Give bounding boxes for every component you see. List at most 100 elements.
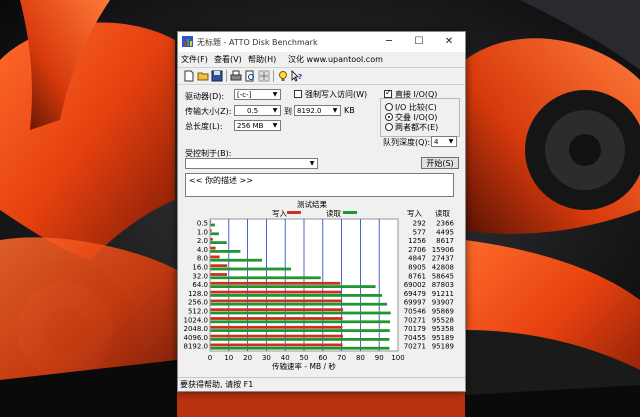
write-value: 69479 — [404, 290, 426, 298]
new-file-icon[interactable] — [183, 70, 195, 82]
read-bar — [210, 329, 390, 332]
write-bar — [210, 273, 227, 276]
category-label: 8.0 — [197, 255, 208, 263]
write-value: 1256 — [408, 237, 426, 245]
to-label: 到 — [284, 107, 292, 116]
total-length-select[interactable]: 256 MB ▼ — [234, 120, 281, 131]
queue-depth-label: 队列深度(Q): — [383, 138, 431, 147]
atto-window: 无标题 - ATTO Disk Benchmark ─ ☐ ✕ 文件(F) 查看… — [177, 31, 466, 392]
x-tick-label: 70 — [337, 354, 346, 362]
menu-localization-credit[interactable]: 汉化 www.upantool.com — [288, 54, 383, 65]
category-label: 2048.0 — [184, 325, 209, 333]
read-value: 2366 — [436, 220, 454, 228]
chevron-down-icon: ▼ — [272, 91, 278, 98]
write-value: 69002 — [404, 281, 426, 289]
read-value: 8617 — [436, 237, 454, 245]
close-button[interactable]: ✕ — [434, 32, 464, 52]
write-bar — [210, 317, 343, 320]
category-label: 256.0 — [188, 299, 208, 307]
total-length-value: 256 MB — [237, 122, 264, 130]
legend-read-swatch — [343, 211, 357, 214]
start-button[interactable]: 开始(S) — [421, 157, 459, 169]
x-tick-label: 0 — [208, 354, 212, 362]
description-textbox[interactable]: << 你的描述 >> — [185, 173, 454, 197]
print-preview-icon[interactable] — [244, 70, 256, 82]
title-bar[interactable]: 无标题 - ATTO Disk Benchmark ─ ☐ ✕ — [178, 32, 465, 52]
read-value: 42808 — [432, 264, 454, 272]
read-bar — [210, 267, 291, 271]
write-value: 70271 — [404, 316, 426, 324]
category-label: 128.0 — [188, 290, 208, 298]
maximize-button[interactable]: ☐ — [404, 32, 434, 52]
direct-io-checkbox[interactable] — [384, 88, 392, 98]
read-bar — [210, 258, 263, 262]
transfer-to-value: 8192.0 — [297, 107, 322, 115]
read-value: 15906 — [432, 246, 455, 254]
write-bar — [210, 299, 343, 303]
write-bar — [210, 290, 342, 294]
x-tick-label: 50 — [300, 354, 309, 362]
tip-bulb-icon[interactable] — [277, 70, 289, 82]
x-tick-label: 20 — [243, 354, 252, 362]
category-label: 0.5 — [197, 220, 208, 228]
category-label: 1.0 — [197, 228, 208, 236]
read-value: 93907 — [432, 299, 454, 307]
minimize-button[interactable]: ─ — [374, 32, 404, 52]
read-value: 95189 — [432, 334, 454, 342]
read-value: 95869 — [432, 308, 454, 316]
write-value: 577 — [413, 228, 426, 236]
write-bar — [210, 264, 228, 268]
category-label: 8192.0 — [184, 343, 209, 351]
queue-depth-select[interactable]: 4 ▼ — [431, 136, 457, 147]
description-text: << 你的描述 >> — [189, 176, 253, 185]
controlled-by-select[interactable]: ▼ — [185, 158, 318, 169]
neither-radio[interactable] — [385, 123, 393, 131]
menu-view[interactable]: 查看(V) — [214, 54, 242, 65]
maximize-icon: ☐ — [414, 36, 424, 47]
write-bar — [210, 281, 341, 285]
transfer-from-select[interactable]: 0.5 ▼ — [234, 105, 281, 116]
toolbar-separator — [273, 70, 274, 82]
category-label: 2.0 — [197, 237, 208, 245]
write-value: 2706 — [408, 246, 426, 254]
write-value: 4847 — [408, 255, 426, 263]
read-bar — [210, 338, 390, 341]
chevron-down-icon: ▼ — [309, 160, 315, 167]
read-bar — [210, 311, 391, 315]
read-value: 95528 — [432, 316, 454, 324]
open-folder-icon[interactable] — [197, 70, 209, 82]
x-tick-label: 30 — [262, 354, 271, 362]
transfer-to-select[interactable]: 8192.0 ▼ — [294, 105, 341, 116]
overlapped-io-radio[interactable] — [385, 113, 393, 121]
write-bar — [210, 229, 212, 232]
transfer-size-label: 传输大小(Z): — [185, 107, 232, 116]
write-value: 69997 — [404, 299, 426, 307]
read-bar — [210, 241, 227, 244]
x-tick-label: 80 — [356, 354, 365, 362]
x-tick-label: 60 — [318, 354, 327, 362]
neither-label: 两者都不(E) — [395, 123, 439, 132]
minimize-icon: ─ — [385, 36, 393, 47]
menu-file[interactable]: 文件(F) — [181, 54, 208, 65]
category-label: 32.0 — [192, 272, 208, 280]
zoom-icon[interactable] — [258, 70, 270, 82]
force-write-checkbox[interactable] — [294, 90, 302, 98]
context-help-icon[interactable]: ? — [291, 70, 303, 82]
drive-value: [-c-] — [237, 91, 252, 99]
print-icon[interactable] — [230, 70, 242, 82]
atto-app-icon — [182, 36, 193, 47]
category-label: 512.0 — [188, 308, 208, 316]
write-bar — [210, 308, 344, 312]
kb-unit-label: KB — [344, 106, 355, 115]
read-bar — [210, 285, 376, 288]
write-bar — [210, 255, 220, 259]
toolbar-separator — [226, 70, 227, 82]
x-tick-label: 10 — [224, 354, 233, 362]
io-compare-radio[interactable] — [385, 103, 393, 111]
x-tick-label: 90 — [375, 354, 384, 362]
menu-bar: 文件(F) 查看(V) 帮助(H) 汉化 www.upantool.com — [178, 52, 465, 66]
menu-help[interactable]: 帮助(H) — [248, 54, 276, 65]
drive-select[interactable]: [-c-] ▼ — [234, 89, 281, 100]
write-value: 70546 — [404, 308, 427, 316]
save-icon[interactable] — [211, 70, 223, 82]
